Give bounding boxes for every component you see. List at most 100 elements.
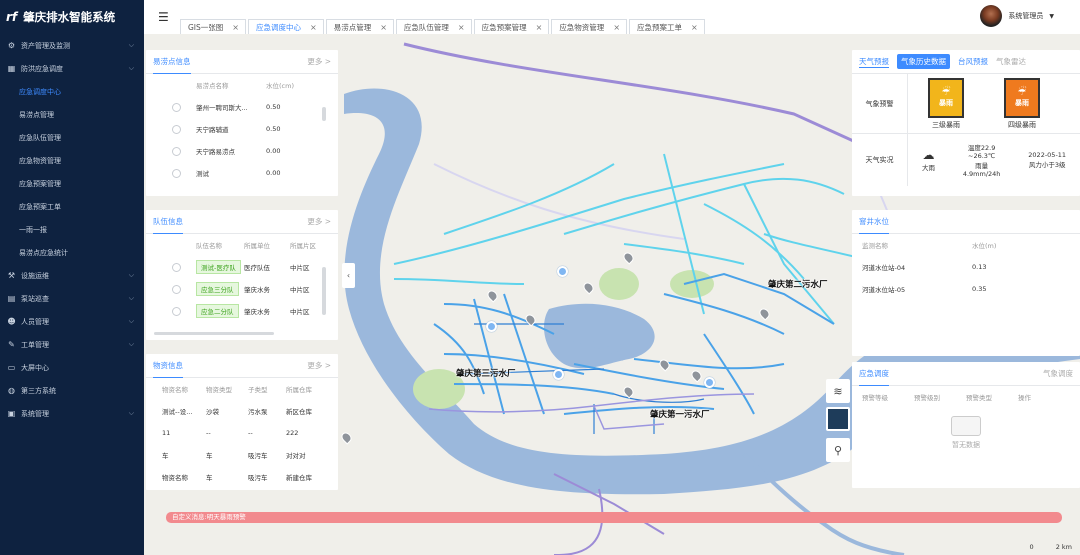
chevron-down-icon[interactable]: ⌵ [129,294,134,303]
tab[interactable]: 应急物资管理 × [551,19,628,34]
team-chip: 测试-医疗队 [196,260,241,274]
weather-tab[interactable]: 天气预报 [859,56,889,68]
map-marker-blue[interactable] [557,266,568,277]
gis-map[interactable]: 肇庆第二污水厂 肇庆第三污水厂 肇庆第一污水厂 ‹ ≋ ⚲ 易涝点信息 更多 > … [144,34,1080,555]
sidebar-item-label: 泵站巡查 [21,294,49,303]
chevron-down-icon[interactable]: ⌵ [129,340,134,349]
rain-warning-icon: ☔ [941,87,951,98]
table-cell: 天宁路易涝点 [196,148,235,156]
radio-cell [152,140,196,162]
waterlog-more-link[interactable]: 更多 > [307,56,331,67]
chevron-down-icon[interactable]: ⌵ [129,409,134,418]
sidebar-item[interactable]: ✎ 工单管理 ⌵ [0,333,144,356]
radio-cell [152,96,196,118]
close-icon[interactable]: × [310,23,317,32]
table-cell: 物资名称 [162,474,188,482]
row-radio[interactable] [172,262,181,272]
location-icon[interactable]: ⚲ [826,438,850,462]
caret-down-icon[interactable]: ▼ [1049,13,1054,20]
sidebar-item[interactable]: ◍ 第三方系统 [0,379,144,402]
warning-badge: 暴雨 [939,99,953,107]
map-scale: 0 2 km [1030,543,1072,551]
rain-warning-icon: ☔ [1017,87,1027,98]
material-panel: 物资信息 更多 > 物资名称 物资类型 子类型 所属仓库 测试--设... 沙袋 污水泵 新区仓… [146,354,338,490]
sidebar-item[interactable]: ▦ 防洪应急调度 ⌵ [0,57,144,80]
material-more-link[interactable]: 更多 > [307,360,331,371]
chevron-down-icon[interactable]: ⌵ [129,317,134,326]
layers-icon[interactable]: ≋ [826,379,850,403]
avatar[interactable] [980,5,1003,27]
sidebar-subitem[interactable]: 应急调度中心 [0,80,144,103]
weather-tab[interactable]: 气象历史数据 [897,54,950,69]
menu-toggle-icon[interactable]: ☰ [158,10,169,24]
weather-tabs: 天气预报 气象历史数据 台风预报 气象雷达 [852,50,1080,74]
sidebar-subitem[interactable]: 应急物资管理 [0,149,144,172]
row-radio[interactable] [172,102,181,112]
table-cell: 0.13 [972,263,987,271]
chevron-down-icon[interactable]: ⌵ [129,64,134,73]
row-radio[interactable] [172,284,181,294]
sidebar-item[interactable]: ☻ 人员管理 ⌵ [0,310,144,333]
tab[interactable]: GIS一张图 × [180,19,246,34]
user-name[interactable]: 系统管理员 [1008,11,1043,21]
tab-label: GIS一张图 [188,22,224,32]
close-icon[interactable]: × [458,23,465,32]
scrollbar[interactable] [322,267,326,315]
tab[interactable]: 应急调度中心 × [248,19,324,34]
sidebar-subitem[interactable]: 应急队伍管理 [0,126,144,149]
table-header [152,74,196,96]
sidebar-subitem[interactable]: 易涝点应急统计 [0,241,144,264]
user-menu[interactable]: 系统管理员 ▼ [980,5,1054,27]
map-marker-blue[interactable] [553,369,564,380]
sidebar-subitem[interactable]: 应急预案工单 [0,195,144,218]
close-icon[interactable]: × [613,23,620,32]
table-cell: 天宁路辅道 [196,126,229,134]
close-icon[interactable]: × [536,23,543,32]
scale-right: 2 km [1055,543,1072,551]
people-icon: ☻ [7,317,16,326]
team-panel: 队伍信息 更多 > 队伍名称 所属单位 所属片区 测试-医疗队 医疗队伍 中片区 应急三分队肇… [146,210,338,340]
chevron-down-icon[interactable]: ⌵ [129,41,134,50]
table-cell: 吸污车 [248,452,268,460]
sidebar-item[interactable]: ⚒ 设施运维 ⌵ [0,264,144,287]
warning-level3[interactable]: ☔ 暴雨 三级暴雨 [928,77,964,130]
close-icon[interactable]: × [232,23,239,32]
sidebar-subitem[interactable]: 应急预案管理 [0,172,144,195]
close-icon[interactable]: × [380,23,387,32]
row-radio[interactable] [172,146,181,156]
table-cell: 河道水位站-04 [862,264,906,272]
sidebar-item[interactable]: ⚙ 资产管理及监测 ⌵ [0,34,144,57]
row-radio[interactable] [172,168,181,178]
tab[interactable]: 应急队伍管理 × [395,19,472,34]
collapse-left-icon[interactable]: ‹ [342,263,355,288]
tab[interactable]: 易涝点管理 × [325,19,394,34]
warning-list: ☔ 暴雨 三级暴雨 ☔ 暴雨 四级暴雨 [908,74,1080,134]
sidebar-item[interactable]: ▤ 泵站巡查 ⌵ [0,287,144,310]
table-cell: 肇州一聘司斯大... [196,104,248,112]
tab[interactable]: 应急预案管理 × [473,19,550,34]
team-more-link[interactable]: 更多 > [307,216,331,227]
table-cell: 污水泵 [248,408,268,416]
map-marker-blue[interactable] [704,377,715,388]
row-radio[interactable] [172,306,181,316]
basemap-switch-button[interactable] [826,407,850,431]
weather-tab[interactable]: 台风预报 [958,56,988,67]
dispatch-right-tab[interactable]: 气象调度 [1043,368,1073,379]
scrollbar[interactable] [322,107,326,121]
weather-tab[interactable]: 气象雷达 [996,56,1026,67]
table-header: 预警级别 [914,394,940,402]
weather-text: 大雨 [921,164,935,172]
close-icon[interactable]: × [691,23,698,32]
sidebar-subitem[interactable]: 一雨一报 [0,218,144,241]
row-radio[interactable] [172,124,181,134]
tab[interactable]: 应急预案工单 × [629,19,705,34]
chevron-down-icon[interactable]: ⌵ [129,271,134,280]
waterlog-grid: 易涝点名称 水位(cm) 肇州一聘司斯大... 0.50 天宁路辅道 0.50 天宁路易涝点… [146,74,338,184]
sidebar-item[interactable]: ▣ 系统管理 ⌵ [0,402,144,425]
warning-level4[interactable]: ☔ 暴雨 四级暴雨 [1004,77,1040,130]
table-header: 子类型 [248,386,268,394]
sidebar-item[interactable]: ▭ 大屏中心 [0,356,144,379]
h-scrollbar[interactable] [154,332,274,335]
map-marker-blue[interactable] [486,321,497,332]
sidebar-subitem[interactable]: 易涝点管理 [0,103,144,126]
